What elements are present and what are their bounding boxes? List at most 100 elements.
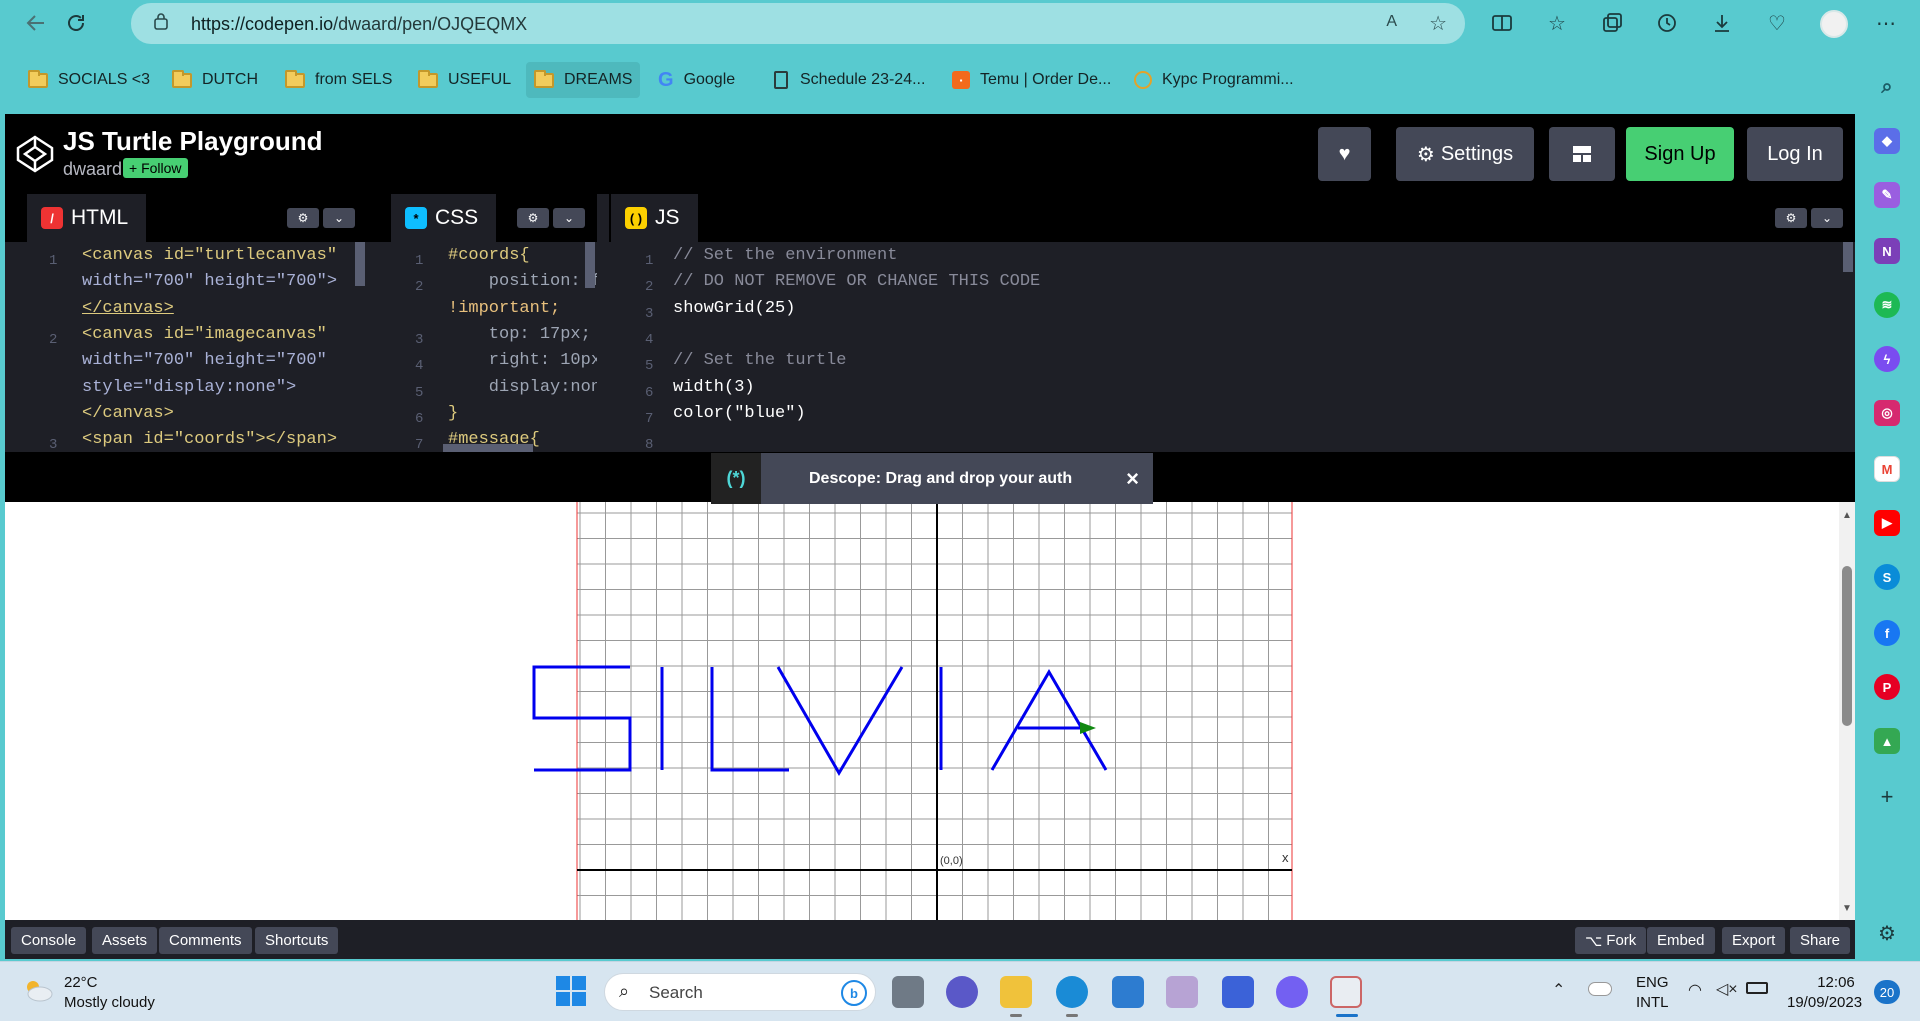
descope-ad-toast[interactable]: (*) Descope: Drag and drop your auth × [711, 453, 1153, 504]
change-view-button[interactable] [1549, 127, 1615, 181]
html-settings-button[interactable]: ⚙ [287, 208, 319, 228]
signup-button[interactable]: Sign Up [1626, 127, 1734, 181]
more-menu-icon[interactable]: ⋯ [1872, 9, 1900, 37]
weather-temperature[interactable]: 22°C [64, 974, 98, 991]
wifi-icon[interactable]: ◠ [1688, 980, 1702, 1000]
address-bar[interactable]: https://codepen.io/dwaard/pen/OJQEQMX A … [131, 3, 1465, 44]
battery-icon[interactable] [1746, 982, 1768, 994]
scroll-up-icon[interactable]: ▲ [1842, 510, 1852, 521]
js-settings-button[interactable]: ⚙ [1775, 208, 1807, 228]
designer-icon[interactable]: ✎ [1874, 182, 1900, 208]
favorite-star-icon[interactable]: ☆ [1429, 11, 1447, 36]
bing-icon[interactable]: b [841, 980, 867, 1006]
bookmark-google[interactable]: G Google [650, 62, 743, 98]
bookmark-schedule[interactable]: Schedule 23-24... [766, 62, 933, 98]
snipping-tool-icon[interactable] [1330, 976, 1362, 1008]
edge-browser-icon[interactable] [1056, 976, 1088, 1008]
preview-scrollbar[interactable]: ▲ ▼ [1839, 502, 1855, 920]
pinterest-icon[interactable]: P [1874, 674, 1900, 700]
bookmark-course[interactable]: Kypc Programmi... [1126, 62, 1302, 98]
tab-html[interactable]: / HTML [27, 194, 147, 242]
copilot-icon[interactable]: ◆ [1874, 128, 1900, 154]
notepad-icon[interactable] [1112, 976, 1144, 1008]
tab-css[interactable]: * CSS [391, 194, 497, 242]
language-indicator[interactable]: ENG [1636, 974, 1669, 991]
skype-icon[interactable]: S [1874, 564, 1900, 590]
notification-count-badge[interactable]: 20 [1874, 980, 1900, 1004]
youtube-icon[interactable]: ▶ [1874, 510, 1900, 536]
settings-button[interactable]: ⚙ Settings [1396, 127, 1534, 181]
url-text[interactable]: https://codepen.io/dwaard/pen/OJQEQMX [191, 14, 527, 35]
browser-essentials-icon[interactable]: ♡ [1763, 9, 1791, 37]
css-hscrollbar[interactable] [443, 444, 533, 452]
assets-button[interactable]: Assets [92, 927, 158, 954]
html-scrollbar[interactable] [355, 242, 365, 286]
favorites-icon[interactable]: ☆ [1543, 9, 1571, 37]
bookmark-useful[interactable]: USEFUL [410, 62, 519, 98]
windows-start-icon[interactable] [556, 976, 586, 1006]
close-icon[interactable]: × [1126, 466, 1139, 492]
bookmark-temu[interactable]: ▪ Temu | Order De... [944, 62, 1119, 98]
result-preview[interactable]: (0,0) x ▲ ▼ [5, 502, 1855, 920]
css-code[interactable]: 1 #coords{ 2 position: f !important; 3 t… [367, 242, 597, 452]
css-vscrollbar[interactable] [585, 242, 595, 288]
viber-icon[interactable] [1276, 976, 1308, 1008]
instagram-icon[interactable]: ◎ [1874, 400, 1900, 426]
like-button[interactable]: ♥ [1318, 127, 1371, 181]
taskbar-search[interactable]: ⌕ Search b [604, 973, 876, 1011]
tab-js[interactable]: ( ) JS [611, 194, 698, 242]
bookmark-socials[interactable]: SOCIALS <3 [20, 62, 158, 98]
search-icon[interactable]: ⌕ [1874, 74, 1900, 100]
js-dropdown-button[interactable]: ⌄ [1811, 208, 1843, 228]
share-button[interactable]: Share [1790, 927, 1851, 954]
downloads-icon[interactable] [1708, 9, 1736, 37]
history-icon[interactable] [1653, 9, 1681, 37]
google-drive-icon[interactable]: ▲ [1874, 728, 1900, 754]
toast-message[interactable]: Descope: Drag and drop your auth [809, 470, 1072, 488]
onedrive-icon[interactable] [1588, 982, 1612, 996]
bookmark-from-sels[interactable]: from SELS [277, 62, 400, 98]
sidebar-settings-icon[interactable]: ⚙ [1874, 920, 1900, 946]
add-sidebar-app-icon[interactable]: + [1874, 784, 1900, 810]
keyboard-layout-indicator[interactable]: INTL [1636, 994, 1669, 1011]
codepen-logo-icon[interactable] [15, 134, 55, 174]
refresh-icon[interactable] [62, 9, 90, 37]
spotify-icon[interactable]: ≋ [1874, 292, 1900, 318]
back-icon[interactable] [22, 9, 50, 37]
facebook-icon[interactable]: f [1874, 620, 1900, 646]
pen-title[interactable]: JS Turtle Playground [63, 126, 323, 157]
copilot-app-icon[interactable] [1222, 976, 1254, 1008]
task-view-icon[interactable] [892, 976, 924, 1008]
messenger-icon[interactable]: ϟ [1874, 346, 1900, 372]
shortcuts-button[interactable]: Shortcuts [255, 927, 339, 954]
js-scrollbar[interactable] [1843, 242, 1853, 272]
collections-icon[interactable] [1598, 9, 1626, 37]
speaker-muted-icon[interactable]: ◁× [1716, 979, 1738, 999]
html-dropdown-button[interactable]: ⌄ [323, 208, 355, 228]
scroll-down-icon[interactable]: ▼ [1842, 903, 1852, 914]
login-button[interactable]: Log In [1747, 127, 1843, 181]
html-code[interactable]: 1 <canvas id="turtlecanvas" width="700" … [5, 242, 367, 452]
console-button[interactable]: Console [11, 927, 87, 954]
css-settings-button[interactable]: ⚙ [517, 208, 549, 228]
gmail-icon[interactable]: M [1874, 456, 1900, 482]
preview-scroll-thumb[interactable] [1842, 566, 1852, 726]
follow-button[interactable]: + Follow [123, 158, 188, 178]
file-explorer-icon[interactable] [1000, 976, 1032, 1008]
comments-button[interactable]: Comments [159, 927, 252, 954]
clock-time[interactable]: 12:06 [1802, 974, 1870, 991]
profile-avatar[interactable] [1820, 10, 1848, 38]
bookmark-dutch[interactable]: DUTCH [164, 62, 266, 98]
lock-icon[interactable] [153, 12, 169, 35]
teams-meet-icon[interactable] [946, 976, 978, 1008]
read-aloud-icon[interactable]: A [1386, 13, 1397, 31]
split-screen-icon[interactable] [1488, 9, 1516, 37]
store-icon[interactable] [1166, 976, 1198, 1008]
pen-author[interactable]: dwaard [63, 159, 122, 180]
css-dropdown-button[interactable]: ⌄ [553, 208, 585, 228]
export-button[interactable]: Export [1722, 927, 1786, 954]
bookmark-dreams[interactable]: DREAMS [526, 62, 641, 98]
turtle-canvas[interactable]: (0,0) x [482, 502, 1362, 920]
embed-button[interactable]: Embed [1647, 927, 1715, 954]
onenote-icon[interactable]: N [1874, 238, 1900, 264]
